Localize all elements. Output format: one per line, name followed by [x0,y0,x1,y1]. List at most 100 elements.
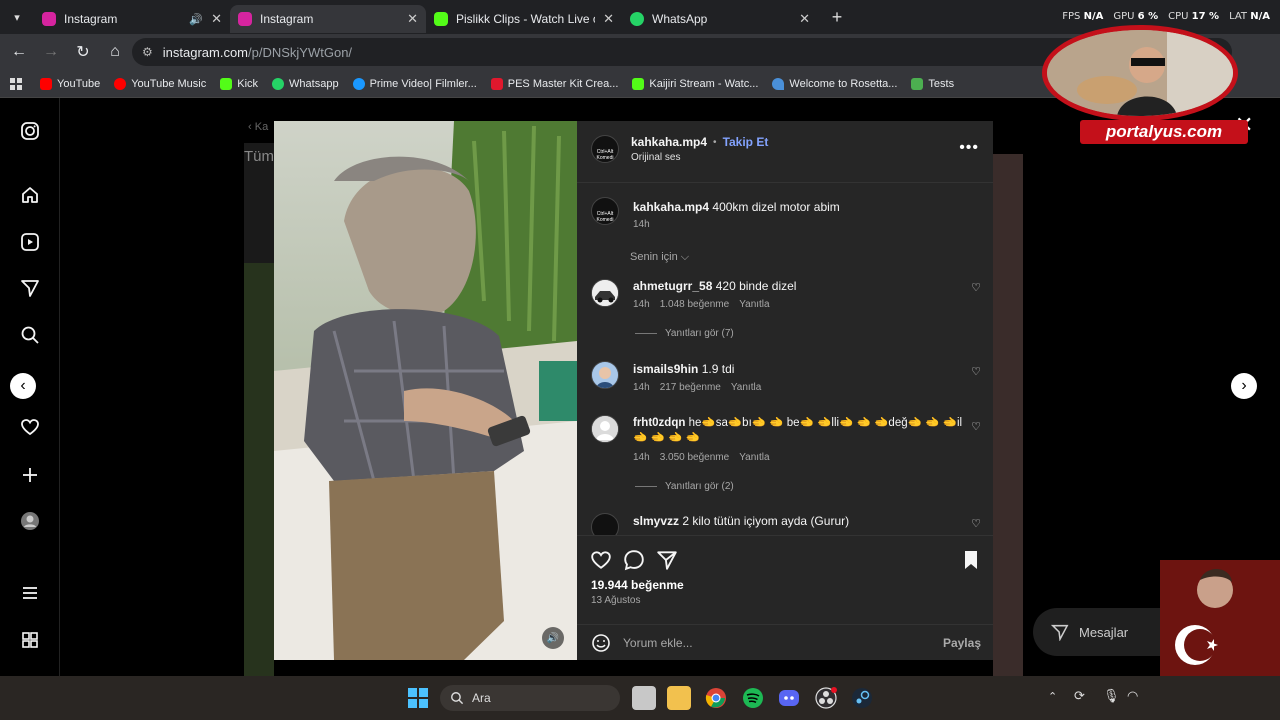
comment-likes[interactable]: 3.050 beğenme [660,452,730,463]
reply-button[interactable]: Yanıtla [731,382,761,393]
send-icon[interactable] [19,277,41,299]
author-avatar[interactable]: Ctrl+Alt Komedi [591,135,619,163]
task-view-icon[interactable] [632,686,656,710]
caption-meta: 14h [633,219,650,230]
comment-bubble-icon[interactable] [622,548,646,572]
show-hidden-icons-chevron-icon[interactable]: ⌃ [1048,690,1057,703]
obs-icon[interactable] [814,686,838,710]
for-you-dropdown[interactable]: Senin için ⌵ [630,251,689,264]
comment-avatar[interactable] [591,513,619,535]
view-replies-button[interactable]: Yanıtları gör (2) [635,481,734,492]
comment-likes[interactable]: 1.048 beğenme [660,299,730,310]
file-explorer-icon[interactable] [667,686,691,710]
tab-kick[interactable]: Pislikk Clips - Watch Live on Kic ✕ [426,5,622,33]
audio-label[interactable]: Orijinal ses [631,152,680,163]
discord-icon[interactable] [777,686,801,710]
comment-heart-icon[interactable]: ♡ [971,281,981,294]
comment-avatar[interactable] [591,415,619,443]
post-comment-button[interactable]: Paylaş [943,636,981,650]
tab-instagram-1[interactable]: Instagram 🔊 ✕ [34,5,230,33]
microphone-icon[interactable]: 🎙 [1103,688,1120,704]
bookmark-youtube[interactable]: YouTube [40,77,101,90]
heart-icon[interactable] [19,416,41,438]
taskbar-search[interactable]: Ara [440,685,620,711]
comment-avatar[interactable] [591,361,619,389]
close-tab-icon[interactable]: ✕ [603,11,614,27]
post-video[interactable]: 🔊 [274,121,577,660]
bookmark-prime-video[interactable]: Prime Video| Filmler... [352,77,477,90]
back-arrow-icon[interactable]: ← [4,37,34,67]
bookmark-rosetta[interactable]: Welcome to Rosetta... [772,77,897,90]
comment-username[interactable]: frht0zdqn [633,417,685,429]
comment-likes[interactable]: 217 beğenme [660,382,721,393]
search-icon[interactable] [19,324,41,346]
create-plus-icon[interactable] [19,464,41,486]
comment-heart-icon[interactable]: ♡ [971,365,981,378]
caption-username[interactable]: kahkaha.mp4 [633,200,709,214]
bookmark-youtube-music[interactable]: YouTube Music [114,77,207,90]
comment-heart-icon[interactable]: ♡ [971,517,981,530]
comment-username[interactable]: ismails9hin [633,362,698,376]
like-count[interactable]: 19.944 beğenme [591,578,684,592]
share-send-icon[interactable] [655,548,679,572]
comment-username[interactable]: ahmetugrr_58 [633,279,712,293]
more-options-icon[interactable]: ••• [959,139,979,157]
url-path: /p/DNSkjYWtGon/ [248,44,353,60]
steam-icon[interactable] [850,686,874,710]
wifi-icon[interactable]: ◠ [1127,688,1138,704]
home-icon[interactable]: ⌂ [100,37,130,67]
bookmark-label: YouTube [57,77,101,90]
save-bookmark-icon[interactable] [959,548,983,572]
bookmark-tests[interactable]: Tests [911,77,954,90]
more-apps-icon[interactable] [19,629,41,651]
tab-instagram-2[interactable]: Instagram ✕ [230,5,426,33]
comment-heart-icon[interactable]: ♡ [971,420,981,433]
comment-input[interactable]: Yorum ekle... [623,636,943,650]
caption-time: 14h [633,219,650,230]
instagram-logo-icon[interactable] [19,120,41,142]
close-tab-icon[interactable]: ✕ [407,11,418,27]
speaker-icon[interactable]: 🔊 [189,13,203,26]
bookmark-whatsapp[interactable]: Whatsapp [272,77,339,90]
like-heart-icon[interactable] [589,548,613,572]
sync-icon[interactable]: ⟳ [1074,688,1085,704]
follow-button[interactable]: Takip Et [723,135,769,149]
forward-arrow-icon[interactable]: → [36,37,66,67]
reply-button[interactable]: Yanıtla [739,299,769,310]
bookmark-kaijiri[interactable]: Kaijiri Stream - Watc... [632,77,758,90]
apps-grid-icon[interactable] [10,77,22,90]
close-tab-icon[interactable]: ✕ [799,11,810,27]
cpu-value: 17 % [1191,11,1220,22]
windows-start-icon[interactable] [406,686,430,710]
url-host: instagram.com [162,44,249,60]
caption: kahkaha.mp4 400km dizel motor abim [633,200,953,215]
post-details-panel: Ctrl+Alt Komedi kahkaha.mp4 • Takip Et O… [577,121,993,660]
previous-post-button[interactable]: ‹ [10,373,36,399]
bookmark-label: YouTube Music [131,77,207,90]
next-post-button[interactable]: › [1231,373,1257,399]
comment-avatar[interactable] [591,279,619,307]
tab-whatsapp[interactable]: WhatsApp ✕ [622,5,818,33]
chrome-icon[interactable] [704,686,728,710]
mute-speaker-icon[interactable]: 🔊 [542,627,564,649]
bookmark-pes-master[interactable]: PES Master Kit Crea... [490,77,619,90]
caption-author-avatar[interactable]: Ctrl+Alt Komedi [591,197,619,225]
emoji-icon[interactable] [591,633,611,653]
reels-icon[interactable] [19,231,41,253]
profile-avatar-icon[interactable] [19,510,41,532]
tab-search-icon[interactable]: ▾ [0,0,34,34]
spotify-icon[interactable] [741,686,765,710]
author-username[interactable]: kahkaha.mp4 [631,135,707,149]
menu-hamburger-icon[interactable] [19,582,41,604]
reload-icon[interactable]: ↻ [68,37,98,67]
reply-button[interactable]: Yanıtla [739,452,769,463]
close-tab-icon[interactable]: ✕ [211,11,222,27]
bookmark-label: PES Master Kit Crea... [507,77,619,90]
bookmark-kick[interactable]: Kick [220,77,258,90]
site-info-icon[interactable]: ⚙ [142,45,153,59]
new-tab-button[interactable]: + [824,4,850,30]
home-icon[interactable] [19,184,41,206]
view-replies-button[interactable]: Yanıtları gör (7) [635,328,734,339]
comment-username[interactable]: slmyvzz [633,514,679,528]
instagram-favicon-icon [42,12,56,26]
